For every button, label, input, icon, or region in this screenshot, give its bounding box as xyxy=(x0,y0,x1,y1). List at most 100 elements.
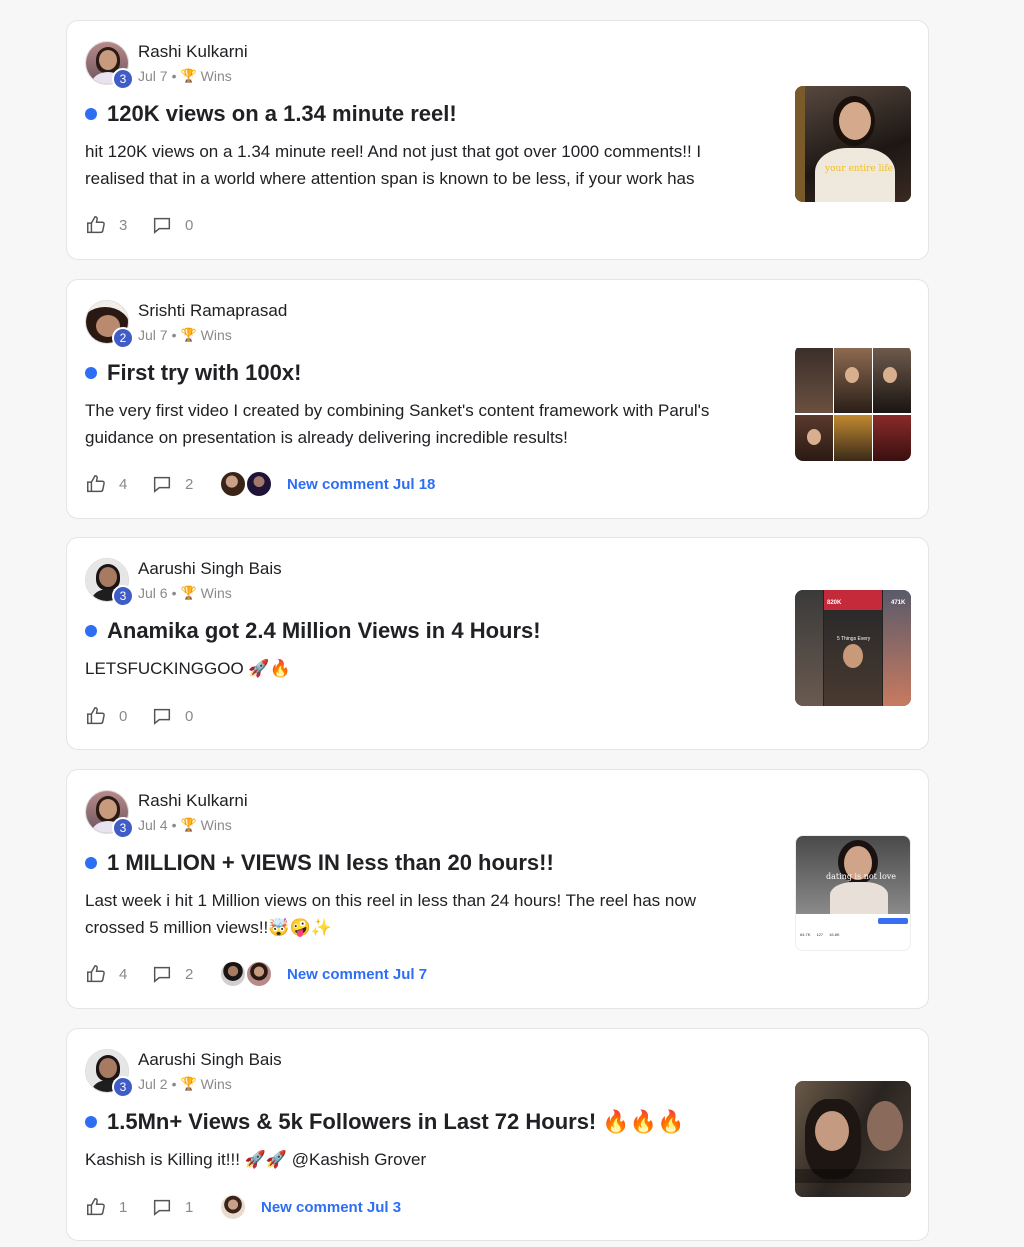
trophy-icon: 🏆 xyxy=(180,817,197,832)
category-label[interactable]: Wins xyxy=(201,1076,232,1092)
category-label[interactable]: Wins xyxy=(201,817,232,833)
post-meta: Jul 4 • 🏆 Wins xyxy=(138,817,232,833)
thumbnail-caption: your entire life xyxy=(825,164,893,174)
post-card[interactable]: 3 Aarushi Singh Bais Jul 6 • 🏆 Wins Anam… xyxy=(66,537,929,750)
trophy-icon: 🏆 xyxy=(180,327,197,342)
author-avatar[interactable]: 3 xyxy=(85,558,134,607)
like-count: 4 xyxy=(119,475,128,493)
level-badge: 3 xyxy=(112,817,134,839)
unread-dot-icon xyxy=(85,1116,97,1128)
author-name[interactable]: Aarushi Singh Bais xyxy=(138,1050,282,1070)
post-title[interactable]: Anamika got 2.4 Million Views in 4 Hours… xyxy=(107,618,541,644)
post-excerpt: Kashish is Killing it!!! 🚀🚀 @Kashish Gro… xyxy=(85,1150,427,1169)
level-badge: 3 xyxy=(112,68,134,90)
post-meta: Jul 7 • 🏆 Wins xyxy=(138,327,232,343)
thumbnail-caption: 5 Things Every xyxy=(837,636,871,642)
post-actions: 4 2 New comment Jul 18 xyxy=(85,470,435,498)
author-avatar[interactable]: 3 xyxy=(85,1049,134,1098)
comment-bubble-icon[interactable] xyxy=(151,473,173,495)
commenter-avatars[interactable] xyxy=(219,960,273,988)
commenter-avatar[interactable] xyxy=(245,960,273,988)
post-date: Jul 7 xyxy=(138,68,168,84)
thumbnail-caption: dating is not love xyxy=(826,872,897,881)
comment-count: 2 xyxy=(185,965,194,983)
category-label[interactable]: Wins xyxy=(201,68,232,84)
post-excerpt: hit 120K views on a 1.34 minute reel! An… xyxy=(85,142,702,188)
author-name[interactable]: Rashi Kulkarni xyxy=(138,42,248,62)
like-count: 1 xyxy=(119,1198,128,1216)
post-title-row[interactable]: First try with 100x! xyxy=(85,360,301,386)
thumbs-up-icon[interactable] xyxy=(85,473,107,495)
thumbnail-stat: 471K xyxy=(891,600,906,606)
unread-dot-icon xyxy=(85,857,97,869)
post-card[interactable]: 3 Rashi Kulkarni Jul 7 • 🏆 Wins 120K vie… xyxy=(66,20,929,260)
post-actions: 0 0 xyxy=(85,704,209,728)
thumbnail-stats: 64.7K 127 16.6K xyxy=(800,932,840,937)
category-label[interactable]: Wins xyxy=(201,585,232,601)
thumbs-up-icon[interactable] xyxy=(85,1196,107,1218)
post-card[interactable]: 3 Aarushi Singh Bais Jul 2 • 🏆 Wins 1.5M… xyxy=(66,1028,929,1241)
post-title[interactable]: 1 MILLION + VIEWS IN less than 20 hours!… xyxy=(107,850,554,876)
thumbs-up-icon[interactable] xyxy=(85,705,107,727)
post-date: Jul 6 xyxy=(138,585,168,601)
category-label[interactable]: Wins xyxy=(201,327,232,343)
post-meta: Jul 6 • 🏆 Wins xyxy=(138,585,232,601)
author-avatar[interactable]: 2 xyxy=(85,300,134,349)
author-avatar[interactable]: 3 xyxy=(85,41,134,90)
comment-count: 0 xyxy=(185,216,194,234)
comment-bubble-icon[interactable] xyxy=(151,963,173,985)
post-date: Jul 2 xyxy=(138,1076,168,1092)
post-title[interactable]: 120K views on a 1.34 minute reel! xyxy=(107,101,457,127)
commenter-avatar[interactable] xyxy=(219,470,247,498)
post-thumbnail[interactable]: your entire life xyxy=(795,86,911,202)
post-title-row[interactable]: Anamika got 2.4 Million Views in 4 Hours… xyxy=(85,618,541,644)
post-title-row[interactable]: 1.5Mn+ Views & 5k Followers in Last 72 H… xyxy=(85,1109,685,1135)
thumbnail-stat: 820K xyxy=(827,600,842,606)
commenter-avatar[interactable] xyxy=(245,470,273,498)
comment-count: 2 xyxy=(185,475,194,493)
unread-dot-icon xyxy=(85,625,97,637)
post-meta: Jul 7 • 🏆 Wins xyxy=(138,68,232,84)
post-thumbnail[interactable]: 820K 471K 5 Things Every xyxy=(795,590,911,706)
thumbs-up-icon[interactable] xyxy=(85,963,107,985)
post-title[interactable]: 1.5Mn+ Views & 5k Followers in Last 72 H… xyxy=(107,1109,685,1135)
new-comment-link[interactable]: New comment Jul 7 xyxy=(287,966,427,983)
new-comment-link[interactable]: New comment Jul 18 xyxy=(287,476,435,493)
author-avatar[interactable]: 3 xyxy=(85,790,134,839)
post-thumbnail[interactable] xyxy=(795,345,911,461)
commenter-avatars[interactable] xyxy=(219,470,273,498)
post-card[interactable]: 2 Srishti Ramaprasad Jul 7 • 🏆 Wins Firs… xyxy=(66,279,929,519)
commenter-avatar[interactable] xyxy=(219,1193,247,1221)
comment-bubble-icon[interactable] xyxy=(151,1196,173,1218)
like-count: 0 xyxy=(119,707,128,725)
commenter-avatars[interactable] xyxy=(219,1193,247,1221)
post-excerpt: LETSFUCKINGGOO 🚀🔥 xyxy=(85,659,291,678)
post-date: Jul 4 xyxy=(138,817,168,833)
author-name[interactable]: Aarushi Singh Bais xyxy=(138,559,282,579)
unread-dot-icon xyxy=(85,108,97,120)
comment-count: 1 xyxy=(185,1198,194,1216)
like-count: 4 xyxy=(119,965,128,983)
post-excerpt: Last week i hit 1 Million views on this … xyxy=(85,891,697,937)
author-name[interactable]: Srishti Ramaprasad xyxy=(138,301,287,321)
post-thumbnail[interactable] xyxy=(795,1081,911,1197)
like-count: 3 xyxy=(119,216,128,234)
unread-dot-icon xyxy=(85,367,97,379)
post-thumbnail[interactable]: dating is not love 64.7K 127 16.6K xyxy=(795,835,911,951)
level-badge: 3 xyxy=(112,585,134,607)
comment-bubble-icon[interactable] xyxy=(151,705,173,727)
post-excerpt: The very first video I created by combin… xyxy=(85,401,710,447)
post-card[interactable]: 3 Rashi Kulkarni Jul 4 • 🏆 Wins 1 MILLIO… xyxy=(66,769,929,1009)
post-title[interactable]: First try with 100x! xyxy=(107,360,301,386)
trophy-icon: 🏆 xyxy=(180,1076,197,1091)
trophy-icon: 🏆 xyxy=(180,585,197,600)
post-actions: 3 0 xyxy=(85,213,209,237)
post-title-row[interactable]: 1 MILLION + VIEWS IN less than 20 hours!… xyxy=(85,850,554,876)
new-comment-link[interactable]: New comment Jul 3 xyxy=(261,1199,401,1216)
level-badge: 3 xyxy=(112,1076,134,1098)
author-name[interactable]: Rashi Kulkarni xyxy=(138,791,248,811)
thumbs-up-icon[interactable] xyxy=(85,214,107,236)
comment-bubble-icon[interactable] xyxy=(151,214,173,236)
commenter-avatar[interactable] xyxy=(219,960,247,988)
post-title-row[interactable]: 120K views on a 1.34 minute reel! xyxy=(85,101,457,127)
